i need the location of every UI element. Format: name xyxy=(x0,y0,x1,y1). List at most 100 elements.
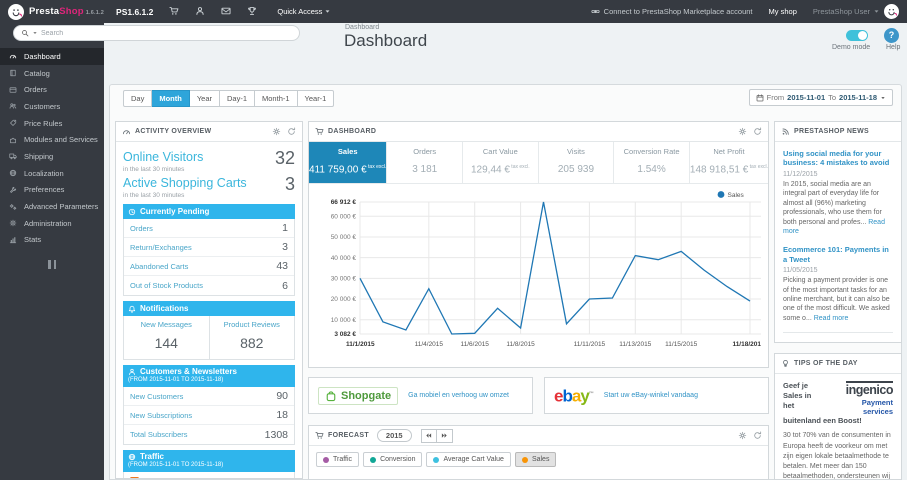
sidebar-item-shipping[interactable]: Shipping xyxy=(0,148,104,165)
kpi-tab-net-profit[interactable]: Net Profit 148 918,51 € tax excl. xyxy=(690,142,768,183)
panel-title: TIPS OF THE DAY xyxy=(794,360,858,367)
range-button-day[interactable]: Day xyxy=(123,90,153,107)
help-button[interactable]: ? xyxy=(884,28,899,43)
user-avatar[interactable] xyxy=(884,4,899,19)
refresh-icon[interactable] xyxy=(753,431,762,440)
currently-pending-header: Currently Pending xyxy=(123,204,295,219)
sidebar-item-modules-and-services[interactable]: Modules and Services xyxy=(0,131,104,148)
gear-icon[interactable] xyxy=(738,431,747,440)
sidebar-item-catalog[interactable]: Catalog xyxy=(0,65,104,82)
sidebar-item-label: Preferences xyxy=(24,185,65,195)
truck-icon xyxy=(9,152,17,160)
table-row-return-exchanges[interactable]: Return/Exchanges 3 xyxy=(124,238,294,257)
gear-icon[interactable] xyxy=(272,127,281,136)
sidebar-item-stats[interactable]: Stats xyxy=(0,232,104,249)
find-more-news-link[interactable]: Find more news xyxy=(783,341,893,342)
news-article-title[interactable]: Using social media for your business: 4 … xyxy=(783,149,893,168)
table-row-out-of-stock-products[interactable]: Out of Stock Products 6 xyxy=(124,276,294,295)
shopping-bag-icon xyxy=(325,390,337,402)
prestashop-news-panel: PRESTASHOP NEWS Using social media for y… xyxy=(774,121,902,343)
table-row-orders[interactable]: Orders 1 xyxy=(124,219,294,238)
tip-body: 30 tot 70% van de consumenten in Europa … xyxy=(783,432,891,480)
prestashop-logo[interactable] xyxy=(8,3,24,20)
google-analytics-row[interactable]: Link to your Google Analytics account xyxy=(124,472,294,478)
bar-chart-icon xyxy=(9,236,17,244)
sidebar-item-dashboard[interactable]: Dashboard xyxy=(0,48,104,65)
my-shop-link[interactable]: My shop xyxy=(769,7,797,16)
ingenico-logo[interactable]: ingenico Payment services xyxy=(821,381,894,416)
shopgate-module-card: Shopgate Ga mobiel en verhoog uw omzet xyxy=(308,377,533,414)
range-button-year-1[interactable]: Year-1 xyxy=(297,90,335,107)
range-button-month-1[interactable]: Month-1 xyxy=(255,90,298,107)
table-row-total-subscribers[interactable]: Total Subscribers 1308 xyxy=(124,425,294,444)
read-more-link[interactable]: Read more xyxy=(814,315,849,322)
sidebar-collapse-button[interactable] xyxy=(0,260,104,270)
sidebar-item-administration[interactable]: Administration xyxy=(0,215,104,232)
user-menu[interactable]: PrestaShop User xyxy=(813,7,880,16)
search-icon[interactable] xyxy=(21,29,29,37)
customers-quick-icon[interactable] xyxy=(195,3,205,21)
credit-card-icon xyxy=(9,86,17,94)
x-axis-label: 11/18/201 xyxy=(732,341,761,348)
forecast-legend-sales[interactable]: Sales xyxy=(514,452,557,467)
forecast-year-badge[interactable]: 2015 xyxy=(376,429,412,442)
sidebar-item-preferences[interactable]: Preferences xyxy=(0,182,104,199)
forecast-panel: FORECAST 2015 Traffic Conversion Average C… xyxy=(308,425,769,480)
product-reviews-cell[interactable]: Product Reviews 882 xyxy=(210,316,295,359)
refresh-icon[interactable] xyxy=(753,127,762,136)
kpi-tab-orders[interactable]: Orders 3 181 xyxy=(387,142,464,183)
traffic-header: Traffic (FROM 2015-11-01 TO 2015-11-18) xyxy=(123,450,295,472)
sidebar-item-label: Modules and Services xyxy=(24,135,98,145)
sidebar-item-price-rules[interactable]: Price Rules xyxy=(0,115,104,132)
x-axis-label: 11/4/2015 xyxy=(415,341,444,348)
refresh-icon[interactable] xyxy=(287,127,296,136)
previous-year-button[interactable] xyxy=(420,428,437,443)
sidebar: Dashboard Catalog Orders Customers Price Rul… xyxy=(0,23,104,480)
messages-quick-icon[interactable] xyxy=(221,3,231,21)
shopgate-logo: Shopgate xyxy=(318,386,399,405)
search-scope-caret-icon[interactable] xyxy=(32,30,38,36)
forecast-legend-traffic[interactable]: Traffic xyxy=(316,452,360,467)
table-row-new-subscriptions[interactable]: New Subscriptions 18 xyxy=(124,406,294,425)
shopgate-link[interactable]: Ga mobiel en verhoog uw omzet xyxy=(408,392,509,399)
range-button-year[interactable]: Year xyxy=(189,90,220,107)
sidebar-item-localization[interactable]: Localization xyxy=(0,165,104,182)
sidebar-item-orders[interactable]: Orders xyxy=(0,81,104,98)
kpi-tab-cart-value[interactable]: Cart Value 129,44 € tax excl. xyxy=(463,142,539,183)
panel-title: PRESTASHOP NEWS xyxy=(794,128,870,135)
sidebar-item-customers[interactable]: Customers xyxy=(0,98,104,115)
new-messages-cell[interactable]: New Messages 144 xyxy=(124,316,210,359)
online-visitors-link[interactable]: Online Visitors xyxy=(123,150,203,164)
x-axis-label: 11/8/2015 xyxy=(506,341,535,348)
sidebar-item-advanced-parameters[interactable]: Advanced Parameters xyxy=(0,198,104,215)
demo-mode-toggle[interactable] xyxy=(846,30,868,41)
cart-icon[interactable] xyxy=(169,3,179,21)
range-button-month[interactable]: Month xyxy=(152,90,190,107)
news-article-title[interactable]: Ecommerce 101: Payments in a Tweet xyxy=(783,245,893,264)
y-axis-label: 30 000 € xyxy=(331,276,357,283)
cogs-icon xyxy=(9,203,17,211)
next-year-button[interactable] xyxy=(436,428,453,443)
x-axis-label: 11/15/2015 xyxy=(665,341,697,348)
date-range-presets: Day Month Year Day-1 Month-1 Year-1 xyxy=(123,90,335,107)
kpi-tabs: Sales 411 759,00 € tax excl. Orders 3 181 Ca… xyxy=(309,142,768,184)
gear-icon[interactable] xyxy=(738,127,747,136)
active-carts-link[interactable]: Active Shopping Carts xyxy=(123,176,247,190)
ebay-link[interactable]: Start uw eBay-winkel vandaag xyxy=(604,392,698,399)
y-axis-label: 40 000 € xyxy=(331,255,357,262)
book-icon xyxy=(9,69,17,77)
kpi-tab-conversion-rate[interactable]: Conversion Rate 1.54% xyxy=(614,142,690,183)
trophy-icon[interactable] xyxy=(247,3,257,21)
range-button-day-1[interactable]: Day-1 xyxy=(220,90,256,107)
quick-access-menu[interactable]: Quick Access xyxy=(277,7,331,16)
marketplace-connect-link[interactable]: Connect to PrestaShop Marketplace accoun… xyxy=(591,7,753,16)
date-range-picker[interactable]: From 2015-11-01 To 2015-11-18 xyxy=(748,89,893,106)
clock-icon xyxy=(128,208,136,216)
table-row-new-customers[interactable]: New Customers 90 xyxy=(124,387,294,406)
forecast-legend-conversion[interactable]: Conversion xyxy=(363,452,423,467)
search-input[interactable] xyxy=(41,29,292,37)
forecast-legend-average-cart-value[interactable]: Average Cart Value xyxy=(426,452,511,467)
table-row-abandoned-carts[interactable]: Abandoned Carts 43 xyxy=(124,257,294,276)
kpi-tab-visits[interactable]: Visits 205 939 xyxy=(539,142,615,183)
kpi-tab-sales[interactable]: Sales 411 759,00 € tax excl. xyxy=(309,142,388,183)
